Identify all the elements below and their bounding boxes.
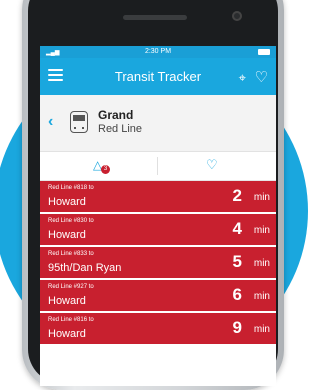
arrival-row[interactable]: Red Line #818 to Howard 2 min bbox=[40, 181, 276, 214]
action-divider bbox=[157, 157, 158, 175]
arrival-run: Red Line #816 to bbox=[48, 317, 94, 323]
arrival-run: Red Line #833 to bbox=[48, 251, 94, 257]
arrival-run: Red Line #927 to bbox=[48, 284, 94, 290]
arrival-destination: Howard bbox=[48, 229, 86, 241]
arrival-run: Red Line #818 to bbox=[48, 185, 94, 191]
phone-speaker bbox=[123, 15, 187, 20]
arrival-destination: Howard bbox=[48, 328, 86, 340]
alert-count-badge: 3 bbox=[101, 165, 110, 174]
arrival-minutes: 5 bbox=[232, 252, 242, 271]
location-icon[interactable]: ⌖ bbox=[239, 70, 246, 86]
station-name: Grand bbox=[98, 108, 134, 122]
train-icon bbox=[70, 111, 88, 133]
arrival-destination: Howard bbox=[48, 295, 86, 307]
arrival-minutes: 6 bbox=[232, 285, 242, 304]
status-bar: ▂▄▆ 2:30 PM bbox=[40, 46, 276, 58]
favorites-heart-icon[interactable]: ♡ bbox=[255, 68, 268, 86]
back-chevron-icon[interactable]: ‹ bbox=[48, 113, 53, 131]
camera-icon bbox=[232, 11, 242, 21]
arrival-unit: min bbox=[253, 258, 270, 269]
station-line: Red Line bbox=[98, 123, 143, 135]
action-bar: △ 3 ♡ bbox=[40, 152, 276, 181]
arrival-minutes: 9 bbox=[232, 318, 242, 337]
arrival-row[interactable]: Red Line #927 to Howard 6 min bbox=[40, 280, 276, 313]
arrival-row[interactable]: Red Line #816 to Howard 9 min bbox=[40, 313, 276, 346]
alerts-button[interactable]: △ 3 bbox=[92, 158, 110, 174]
battery-icon bbox=[258, 49, 270, 55]
arrival-minutes: 2 bbox=[232, 186, 242, 205]
station-header: ‹ Grand Red Line bbox=[40, 95, 276, 152]
add-favorite-heart-icon[interactable]: ♡ bbox=[206, 157, 218, 173]
arrival-unit: min bbox=[253, 225, 270, 236]
arrival-row[interactable]: Red Line #830 to Howard 4 min bbox=[40, 214, 276, 247]
arrivals-list: Red Line #818 to Howard 2 min Red Line #… bbox=[40, 181, 276, 346]
arrival-unit: min bbox=[253, 291, 270, 302]
app-screen: ▂▄▆ 2:30 PM Transit Tracker ⌖ ♡ ‹ Grand … bbox=[40, 46, 276, 386]
arrival-run: Red Line #830 to bbox=[48, 218, 94, 224]
arrival-unit: min bbox=[253, 192, 270, 203]
arrival-minutes: 4 bbox=[232, 219, 242, 238]
arrival-destination: 95th/Dan Ryan bbox=[48, 262, 122, 274]
app-header: Transit Tracker ⌖ ♡ bbox=[40, 58, 276, 95]
arrival-destination: Howard bbox=[48, 196, 86, 208]
arrival-unit: min bbox=[253, 324, 270, 335]
arrival-row[interactable]: Red Line #833 to 95th/Dan Ryan 5 min bbox=[40, 247, 276, 280]
status-time: 2:30 PM bbox=[144, 48, 172, 55]
